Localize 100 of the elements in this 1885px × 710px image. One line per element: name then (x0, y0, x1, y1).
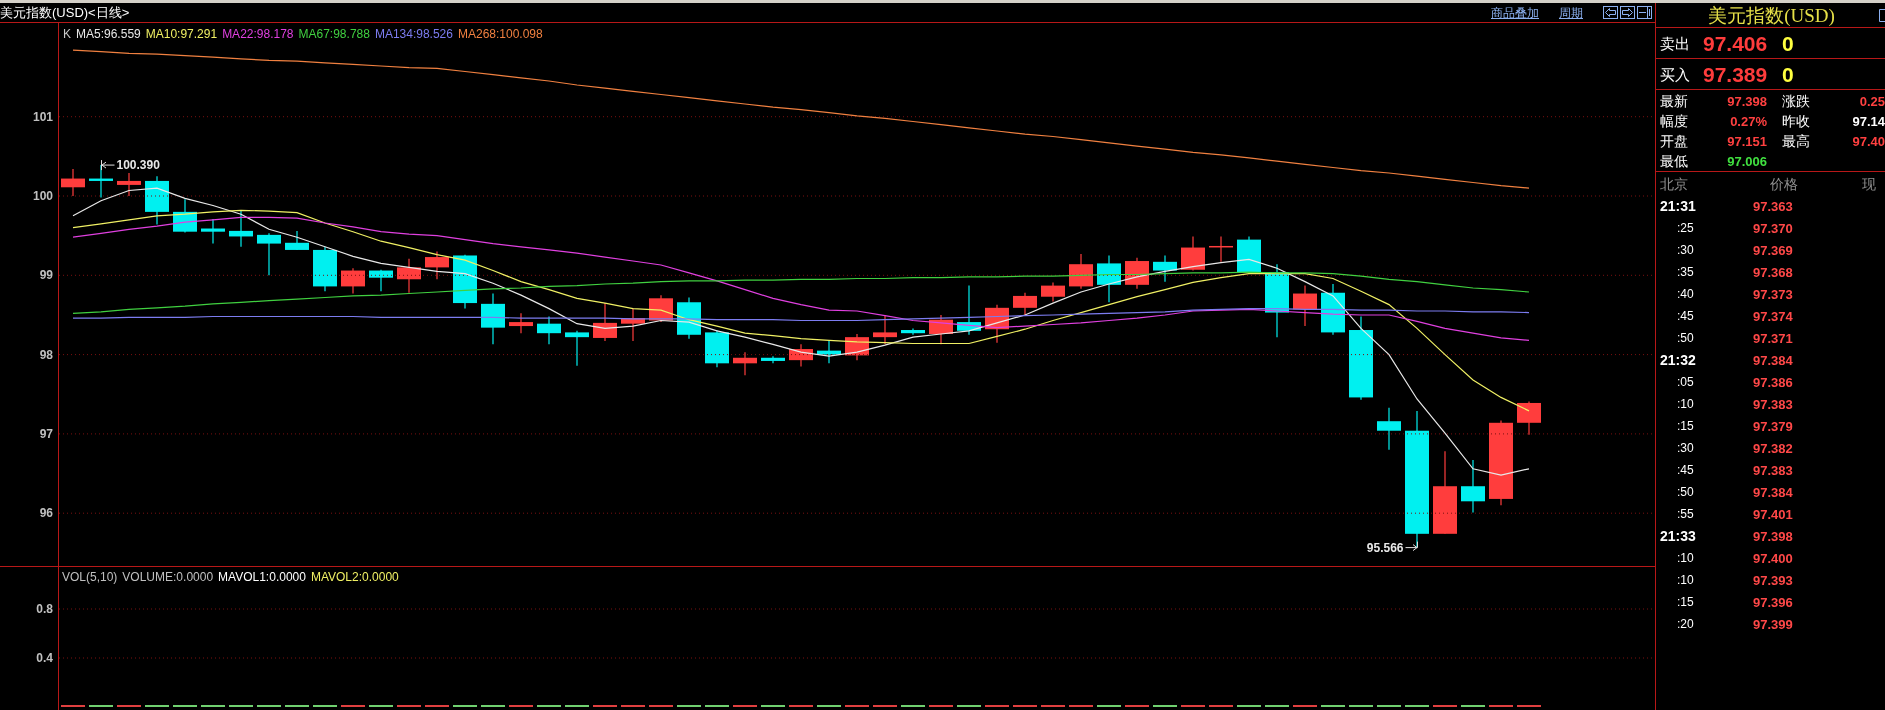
legend-label: VOL(5,10) (62, 571, 118, 583)
axis-label: 97 (39, 426, 53, 441)
trade-time: :25 (1676, 222, 1695, 234)
legend-label: MA5:96.559 (76, 27, 141, 40)
candlestick (873, 314, 897, 345)
stat-value: 97.006 (1726, 154, 1767, 168)
trade-time: :15 (1676, 420, 1695, 432)
trade-time: :10 (1676, 552, 1695, 564)
candlestick (1237, 235, 1261, 275)
candlestick (397, 258, 421, 294)
leader-arrow (1405, 541, 1418, 552)
candlestick (1181, 235, 1205, 272)
trade-price: 97.384 (1753, 353, 1793, 367)
toolbar-link[interactable]: 周期 (1559, 6, 1583, 19)
candlestick (1377, 407, 1401, 451)
trade-time: 21:32 (1660, 353, 1697, 367)
candlestick (985, 304, 1009, 344)
legend-label: MA134:98.526 (374, 27, 453, 40)
candlestick (201, 218, 225, 245)
order-label: 卖出 (1660, 35, 1691, 51)
split-panel-icon (1637, 6, 1652, 19)
toolbar-link[interactable]: 商品叠加 (1491, 6, 1539, 19)
legend-label: MA67:98.788 (298, 27, 370, 40)
candlestick (957, 285, 981, 336)
price-label: 100.390 (116, 158, 160, 173)
axis-label: 0.4 (36, 651, 53, 665)
trade-time: :05 (1676, 376, 1695, 388)
candlestick (1321, 283, 1345, 336)
stat-value: 0.27% (1729, 114, 1767, 128)
trade-time: 21:31 (1660, 199, 1697, 213)
candlestick (425, 250, 449, 280)
candlestick (173, 198, 197, 234)
trade-time: :45 (1676, 310, 1695, 322)
trade-time: :50 (1676, 332, 1695, 344)
candlestick (1461, 459, 1485, 513)
candlestick (789, 343, 813, 368)
candlestick (733, 351, 757, 376)
stat-label: 最低 (1660, 154, 1689, 168)
trade-price: 97.369 (1753, 243, 1793, 257)
candlestick (1153, 254, 1177, 283)
axis-label: 100 (32, 189, 53, 203)
order-price: 97.389 (1703, 63, 1769, 85)
legend-label: MAVOL2:0.0000 (310, 571, 399, 583)
candlestick (313, 246, 337, 292)
candlestick (369, 269, 393, 292)
trade-time: 21:33 (1660, 529, 1697, 543)
legend-label: VOLUME:0.0000 (122, 571, 214, 583)
candlestick (453, 254, 477, 310)
candlestick (509, 312, 533, 334)
right-arrow-button[interactable] (1620, 6, 1635, 19)
candlestick (845, 333, 869, 361)
candlestick (565, 330, 589, 367)
price-label: 95.566 (1366, 540, 1404, 555)
candlestick (901, 327, 925, 336)
candlestick (1041, 281, 1065, 303)
trade-price: 97.386 (1753, 375, 1793, 389)
stat-label: 昨收 (1781, 114, 1811, 128)
stat-value: 97.14 (1851, 114, 1885, 128)
stat-label: 幅度 (1660, 114, 1689, 128)
order-price: 97.406 (1703, 32, 1769, 54)
candlestick (761, 355, 785, 364)
legend-label: MAVOL1:0.0000 (218, 571, 306, 583)
column-header: 北京 (1660, 176, 1689, 191)
trade-price: 97.363 (1753, 199, 1793, 213)
trade-price: 97.382 (1753, 441, 1793, 455)
trade-price: 97.371 (1753, 331, 1793, 345)
stat-value: 97.398 (1726, 94, 1767, 108)
axis-label: 98 (39, 347, 53, 362)
order-volume: 0 (1782, 32, 1794, 54)
candlestick (1293, 285, 1317, 327)
candlestick (1209, 235, 1233, 263)
column-header: 现 (1862, 176, 1876, 191)
candlestick (593, 302, 617, 342)
legend-label: MA22:98.178 (222, 27, 294, 40)
trade-time: :20 (1676, 618, 1695, 630)
candlestick (481, 292, 505, 345)
stat-value: 97.151 (1726, 134, 1767, 148)
trade-time: :10 (1676, 398, 1695, 410)
candlestick (89, 164, 113, 199)
candlestick (341, 267, 365, 295)
trade-time: :50 (1676, 486, 1695, 498)
candlestick (1069, 253, 1093, 290)
trade-time: :35 (1676, 266, 1695, 278)
candlestick (1097, 254, 1121, 303)
candlestick (145, 175, 169, 226)
column-header: 价格 (1770, 176, 1799, 191)
trade-time: :55 (1676, 508, 1695, 520)
split-panel-button[interactable] (1637, 6, 1652, 19)
trade-price: 97.370 (1753, 221, 1793, 235)
trade-price: 97.383 (1753, 397, 1793, 411)
candlestick (705, 329, 729, 368)
candlestick (621, 308, 645, 342)
window-title: 美元指数(USD)<日线> (0, 6, 130, 19)
left-arrow-button[interactable] (1603, 6, 1618, 19)
trade-price: 97.383 (1753, 463, 1793, 477)
trade-price: 97.373 (1753, 287, 1793, 301)
trade-price: 97.379 (1753, 419, 1793, 433)
panel-title: 美元指数(USD) (1707, 5, 1836, 25)
stat-label: 涨跌 (1781, 94, 1811, 108)
left-arrow-icon (1603, 6, 1618, 19)
